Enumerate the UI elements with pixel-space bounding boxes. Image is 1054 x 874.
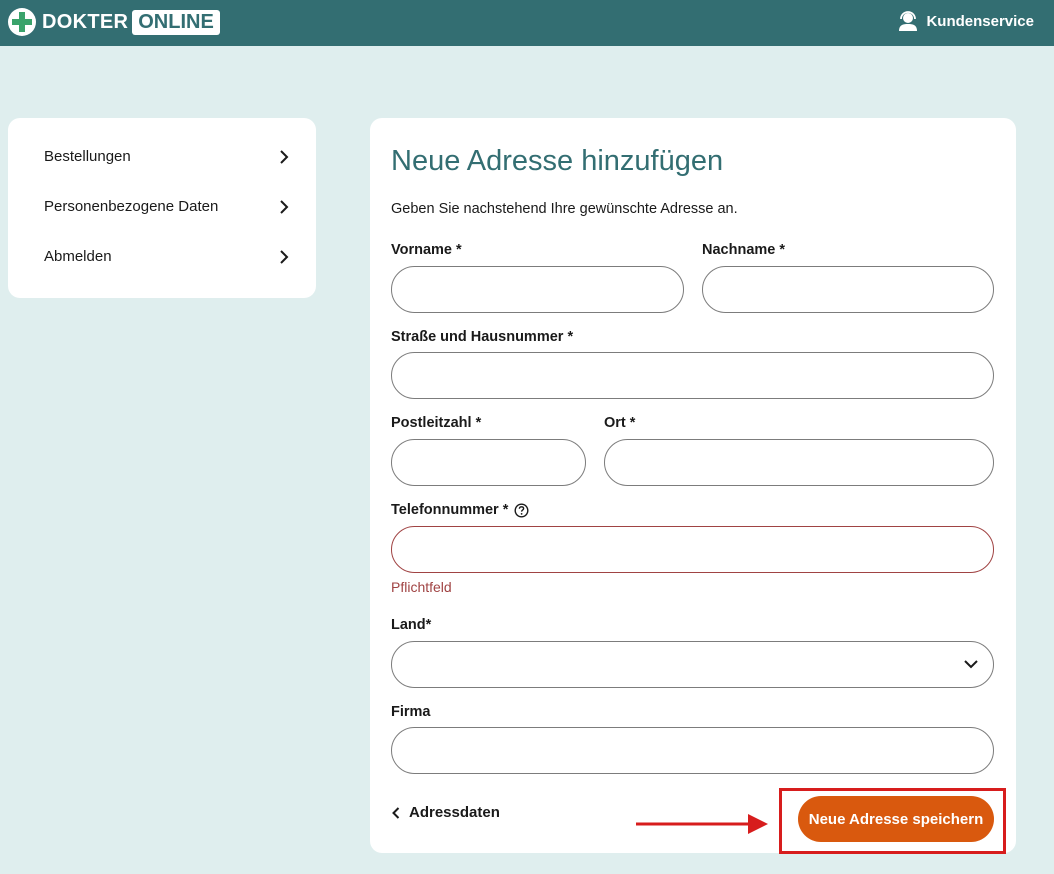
street-input[interactable] xyxy=(391,352,994,399)
back-to-addresses-link[interactable]: Adressdaten xyxy=(391,804,500,821)
page-title: Neue Adresse hinzufügen xyxy=(391,145,724,177)
help-question-icon[interactable] xyxy=(514,502,529,518)
chevron-down-icon xyxy=(964,660,978,669)
phone-label: Telefonnummer * xyxy=(391,502,509,518)
phone-label-row: Telefonnummer * xyxy=(391,502,529,518)
chevron-right-icon xyxy=(280,250,289,264)
chevron-right-icon xyxy=(280,150,289,164)
add-address-card: Neue Adresse hinzufügen Geben Sie nachst… xyxy=(370,118,1016,853)
company-input[interactable] xyxy=(391,727,994,774)
logo-text-online: ONLINE xyxy=(132,9,220,35)
phone-error-message: Pflichtfeld xyxy=(391,579,452,595)
street-label: Straße und Hausnummer * xyxy=(391,329,574,345)
company-label: Firma xyxy=(391,704,431,720)
cross-logo-icon xyxy=(8,8,36,36)
country-select[interactable] xyxy=(391,641,994,688)
top-header: DOKTER ONLINE Kundenservice xyxy=(0,0,1054,46)
sidebar-item-personal-data[interactable]: Personenbezogene Daten xyxy=(8,190,316,240)
annotation-arrow-icon xyxy=(636,814,768,834)
sidebar-item-label: Personenbezogene Daten xyxy=(44,198,219,215)
country-label: Land* xyxy=(391,617,432,633)
back-link-label: Adressdaten xyxy=(409,804,500,821)
customer-service-link[interactable]: Kundenservice xyxy=(898,10,1034,32)
sidebar-item-label: Abmelden xyxy=(44,248,112,265)
city-input[interactable] xyxy=(604,439,994,486)
zip-label: Postleitzahl * xyxy=(391,415,482,431)
sidebar-item-label: Bestellungen xyxy=(44,148,131,165)
phone-input[interactable] xyxy=(391,526,994,573)
first-name-input[interactable] xyxy=(391,266,684,313)
form-intro: Geben Sie nachstehend Ihre gewünschte Ad… xyxy=(391,201,738,217)
headset-icon xyxy=(899,11,918,31)
last-name-label: Nachname * xyxy=(702,242,786,258)
city-label: Ort * xyxy=(604,415,636,431)
customer-service-label: Kundenservice xyxy=(926,12,1034,30)
chevron-left-icon xyxy=(392,806,400,819)
account-sidebar: Bestellungen Personenbezogene Daten Abme… xyxy=(8,118,316,298)
chevron-right-icon xyxy=(280,200,289,214)
first-name-label: Vorname * xyxy=(391,242,462,258)
last-name-input[interactable] xyxy=(702,266,994,313)
logo-text-dokter: DOKTER xyxy=(42,10,129,33)
sidebar-item-logout[interactable]: Abmelden xyxy=(8,240,316,290)
annotation-highlight-box xyxy=(779,788,1006,854)
sidebar-item-orders[interactable]: Bestellungen xyxy=(8,140,316,190)
dokter-online-logo[interactable]: DOKTER ONLINE xyxy=(8,7,220,37)
zip-input[interactable] xyxy=(391,439,586,486)
